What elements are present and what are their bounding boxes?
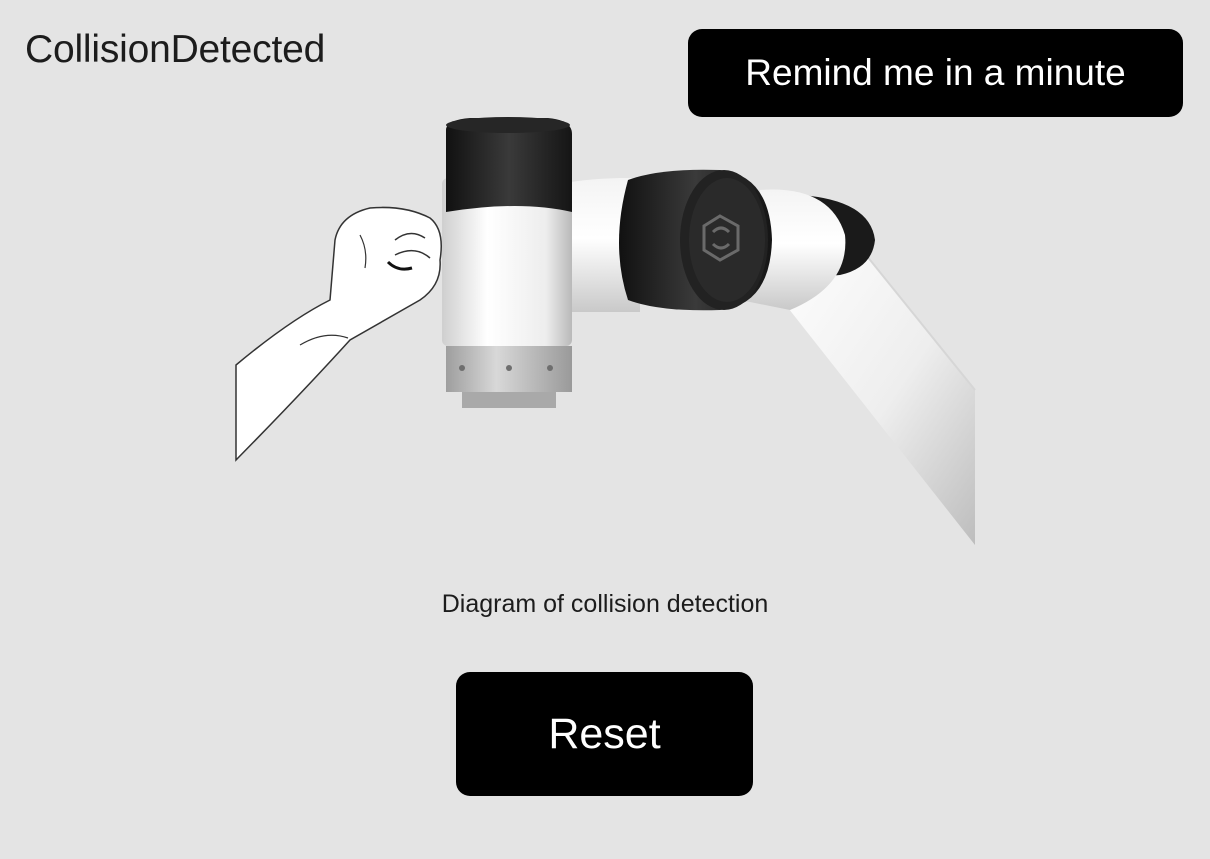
page-title: CollisionDetected: [25, 28, 326, 71]
remind-later-button[interactable]: Remind me in a minute: [688, 29, 1183, 117]
robot-arm-cap: [619, 169, 772, 311]
robot-base-joint: [442, 117, 572, 408]
hand-illustration: [235, 206, 442, 462]
diagram-caption: Diagram of collision detection: [441, 590, 769, 618]
reset-button[interactable]: Reset: [456, 672, 753, 796]
